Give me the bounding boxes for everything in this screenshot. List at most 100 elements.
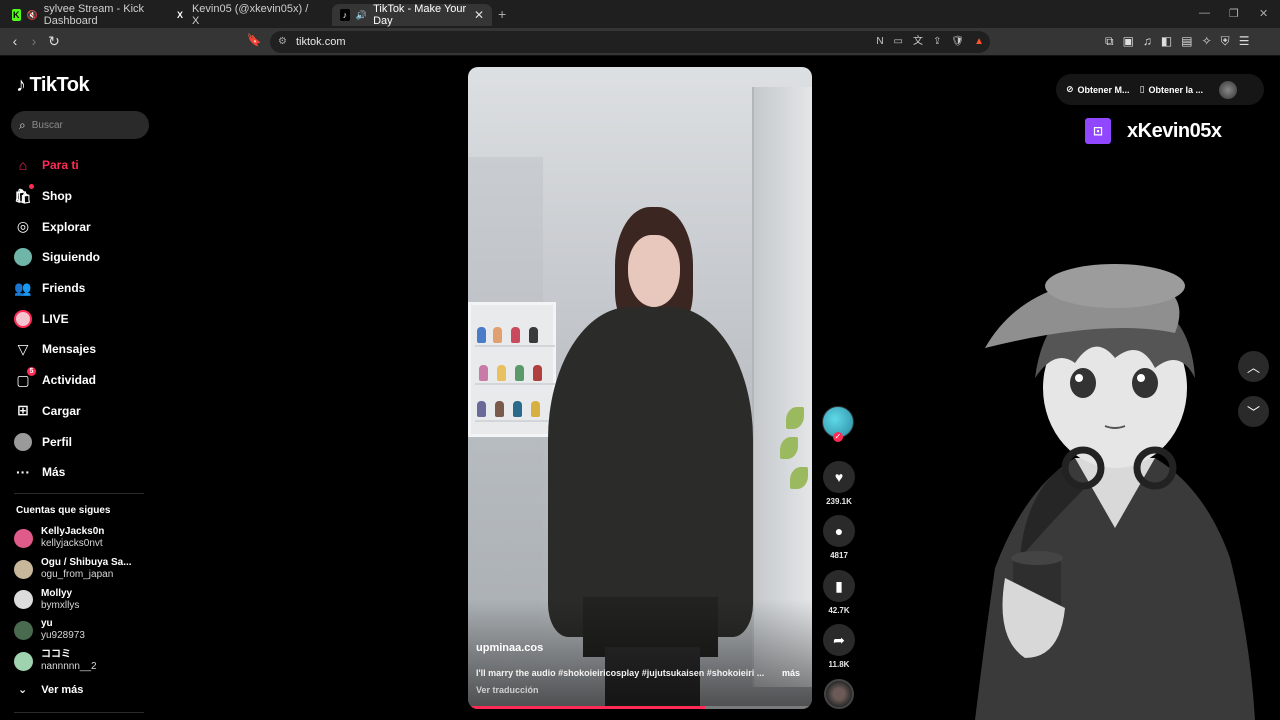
video-player[interactable]: upminaa.cos I'll marry the audio #shokoi… bbox=[468, 67, 812, 709]
tab-tiktok[interactable]: ♪ 🔊 TikTok - Make Your Day ✕ bbox=[332, 3, 492, 27]
search-placeholder: Buscar bbox=[31, 119, 63, 131]
following-handle: nannnnn__2 bbox=[41, 661, 97, 673]
nav-label: Actividad bbox=[42, 373, 97, 388]
share-icon[interactable]: ⇪ bbox=[933, 31, 941, 53]
follow-check-icon[interactable]: ✓ bbox=[833, 432, 843, 442]
music-disc-icon[interactable] bbox=[824, 679, 854, 709]
following-handle: kellyjacks0nvt bbox=[41, 538, 103, 550]
extensions-icon[interactable]: ⧉ bbox=[1105, 34, 1114, 49]
brave-rewards-icon[interactable]: ▲ bbox=[974, 31, 984, 53]
following-list: KellyJacks0n kellyjacks0nvt Ogu / Shibuya… bbox=[14, 523, 132, 676]
following-handle: yu928973 bbox=[41, 630, 85, 642]
kick-icon: K bbox=[12, 9, 21, 21]
no-sound-icon[interactable]: N bbox=[876, 31, 883, 53]
nav-live[interactable]: LIVE bbox=[14, 303, 100, 334]
nav-para-ti[interactable]: ⌂ Para ti bbox=[14, 150, 100, 181]
nav-cargar[interactable]: ⊞ Cargar bbox=[14, 396, 100, 427]
following-item[interactable]: KellyJacks0n kellyjacks0nvt bbox=[14, 523, 132, 554]
screenshot-icon[interactable]: ▣ bbox=[1123, 34, 1134, 49]
translate-icon[interactable]: 文 bbox=[913, 31, 923, 53]
nav-actividad[interactable]: ▢ 5 Actividad bbox=[14, 365, 100, 396]
comment-button[interactable]: ● bbox=[823, 515, 855, 547]
nav-label: Para ti bbox=[42, 158, 79, 173]
nav-siguiendo[interactable]: Siguiendo bbox=[14, 242, 100, 273]
vpn-icon[interactable]: ⛨ bbox=[1221, 34, 1230, 49]
bookmark-icon[interactable]: 🔖 bbox=[245, 33, 263, 47]
activity-badge: 5 bbox=[27, 367, 36, 377]
reload-icon[interactable]: ↻ bbox=[45, 33, 63, 50]
like-count: 239.1K bbox=[826, 497, 852, 506]
tab-x-profile[interactable]: X Kevin05 (@xkevin05x) / X bbox=[166, 3, 326, 27]
nav-shop[interactable]: 🛍 Shop bbox=[14, 181, 100, 212]
close-tab-icon[interactable]: ✕ bbox=[474, 8, 484, 22]
restore-button[interactable]: ❐ bbox=[1229, 7, 1239, 20]
brave-shield-icon[interactable]: 🛡 bbox=[951, 31, 964, 53]
video-progress-bar[interactable] bbox=[468, 706, 812, 709]
video-scene-plant bbox=[778, 407, 810, 507]
tab-title: sylvee Stream - Kick Dashboard bbox=[43, 3, 145, 27]
divider bbox=[14, 493, 144, 494]
following-item[interactable]: Ogu / Shibuya Sa... ogu_from_japan bbox=[14, 554, 132, 585]
video-author[interactable]: upminaa.cos bbox=[476, 642, 543, 654]
messages-icon: ▽ bbox=[17, 340, 29, 357]
nav-label: Friends bbox=[42, 281, 86, 296]
get-app-button-1[interactable]: ⊘ Obtener M... bbox=[1066, 84, 1130, 95]
save-count: 42.7K bbox=[828, 606, 850, 615]
close-window-button[interactable]: ✕ bbox=[1259, 7, 1268, 20]
new-tab-button[interactable]: + bbox=[498, 6, 506, 22]
nav-explorar[interactable]: ◎ Explorar bbox=[14, 211, 100, 242]
avatar bbox=[14, 559, 33, 579]
translate-link[interactable]: Ver traducción bbox=[476, 685, 539, 695]
video-scene-door bbox=[752, 87, 812, 687]
tiktok-logo[interactable]: ♪ TikTok bbox=[16, 74, 90, 97]
get-app-bar: ⊘ Obtener M... ▯ Obtener la ... bbox=[1056, 74, 1264, 105]
media-icon[interactable]: ♫ bbox=[1143, 34, 1152, 49]
sidebar-toggle-icon[interactable]: ◧ bbox=[1161, 34, 1172, 49]
get-app-label: Obtener M... bbox=[1077, 84, 1130, 95]
following-handle: bymxllys bbox=[41, 599, 80, 611]
comment-count: 4817 bbox=[830, 551, 848, 560]
minimize-button[interactable]: — bbox=[1199, 7, 1210, 19]
main-nav: ⌂ Para ti 🛍 Shop ◎ Explorar Siguiendo 👥 … bbox=[14, 150, 100, 488]
tab-kick-dashboard[interactable]: K 🔇 sylvee Stream - Kick Dashboard bbox=[4, 3, 164, 27]
share-action: ➦ 11.8K bbox=[820, 624, 858, 669]
site-settings-icon[interactable]: ⚙ bbox=[278, 31, 287, 53]
following-item[interactable]: Mollyy bymxllys bbox=[14, 584, 132, 615]
chevron-down-icon: ⌄ bbox=[18, 684, 28, 696]
save-button[interactable]: ▮ bbox=[823, 570, 855, 602]
nav-friends[interactable]: 👥 Friends bbox=[14, 273, 100, 304]
following-item[interactable]: yu yu928973 bbox=[14, 615, 132, 646]
following-item[interactable]: ココミ nannnnn__2 bbox=[14, 646, 132, 677]
nav-label: Explorar bbox=[42, 219, 91, 234]
nav-label: Shop bbox=[42, 189, 72, 204]
like-button[interactable]: ♥ bbox=[823, 461, 855, 493]
wallet-icon[interactable]: ▤ bbox=[1181, 34, 1192, 49]
nav-mas[interactable]: ··· Más bbox=[14, 457, 100, 488]
nav-perfil[interactable]: Perfil bbox=[14, 426, 100, 457]
caption-more-link[interactable]: más bbox=[782, 668, 800, 678]
tiktok-note-icon: ♪ bbox=[16, 74, 26, 96]
leo-ai-icon[interactable]: ✧ bbox=[1202, 34, 1212, 49]
share-button[interactable]: ➦ bbox=[823, 624, 855, 656]
vtuber-overlay-image bbox=[975, 264, 1255, 720]
tab-audio-icon: 🔊 bbox=[355, 9, 368, 20]
nav-label: Siguiendo bbox=[42, 250, 100, 265]
logo-text: TikTok bbox=[29, 74, 90, 96]
nav-mensajes[interactable]: ▽ Mensajes bbox=[14, 334, 100, 365]
nav-label: Cargar bbox=[42, 403, 81, 418]
comment-icon: ● bbox=[834, 523, 844, 539]
get-app-button-2[interactable]: ▯ Obtener la ... bbox=[1140, 84, 1203, 95]
video-caption: I'll marry the audio #shokoieiricosplay … bbox=[476, 668, 765, 678]
search-input[interactable]: ⌕ Buscar bbox=[11, 111, 149, 139]
cast-icon[interactable]: ▭ bbox=[894, 31, 903, 53]
search-icon: ⌕ bbox=[19, 117, 26, 132]
address-bar[interactable]: ⚙ tiktok.com N ▭ 文 ⇪ 🛡 ▲ bbox=[270, 31, 990, 53]
see-more-button[interactable]: ⌄ Ver más bbox=[18, 683, 83, 697]
following-name: KellyJacks0n bbox=[41, 526, 105, 538]
back-arrow-icon[interactable]: ‹ bbox=[6, 33, 24, 49]
forward-arrow-icon[interactable]: › bbox=[25, 33, 43, 49]
menu-icon[interactable]: ☰ bbox=[1239, 34, 1250, 49]
share-count: 11.8K bbox=[828, 660, 850, 669]
following-handle: ogu_from_japan bbox=[41, 569, 114, 581]
user-avatar[interactable] bbox=[1219, 80, 1238, 99]
